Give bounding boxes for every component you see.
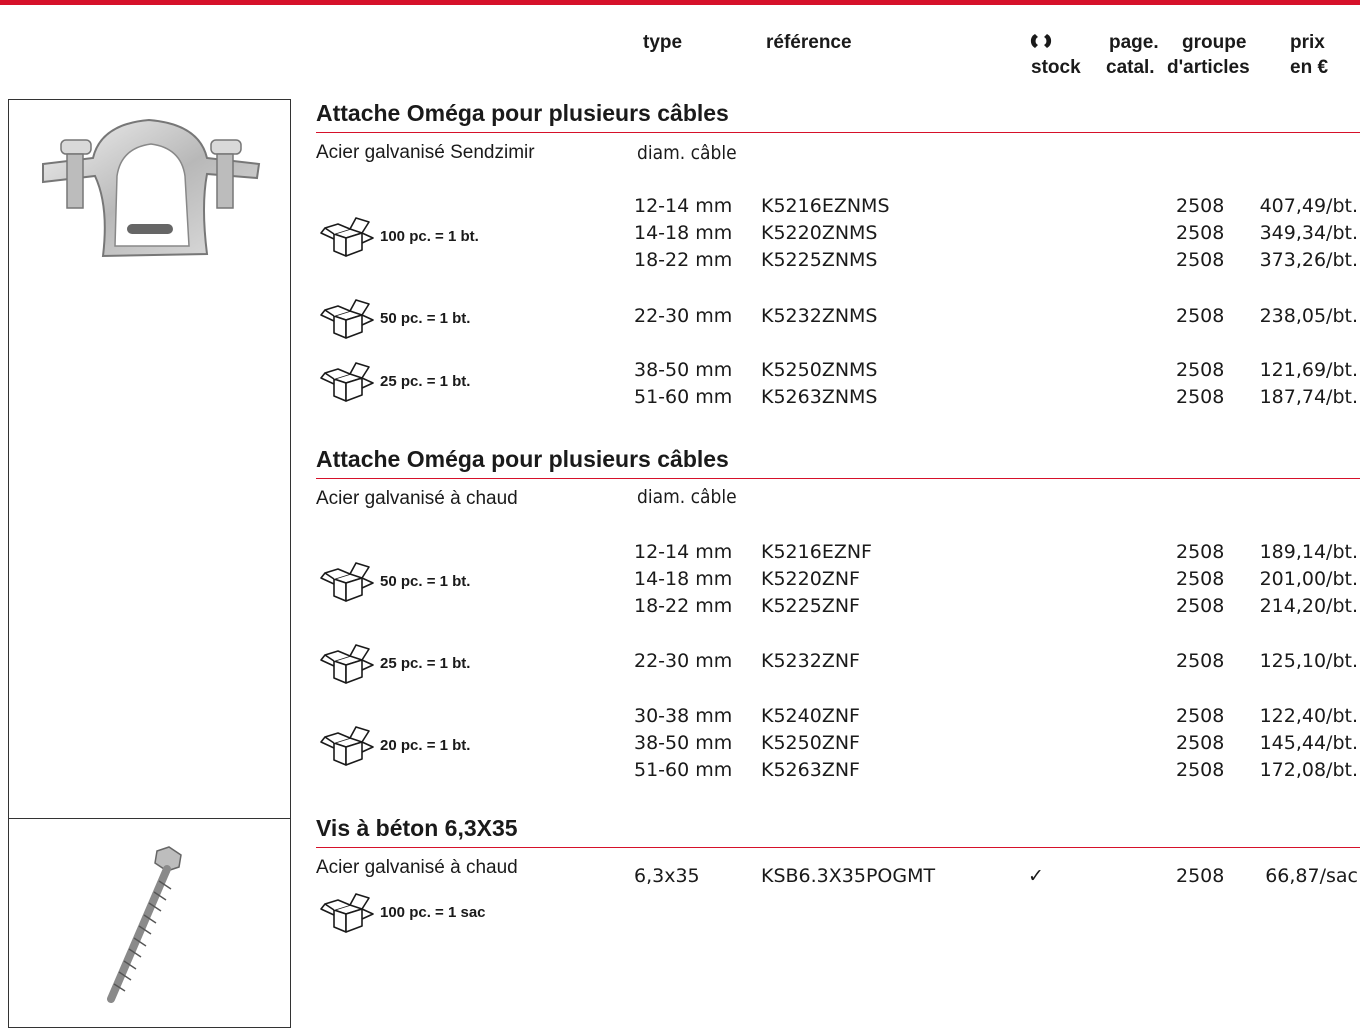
cell-type: 18-22 mm bbox=[634, 595, 733, 617]
cell-price: 214,20/bt. bbox=[1259, 595, 1358, 617]
cell-reference: K5263ZNMS bbox=[761, 386, 878, 408]
header-price-line2: en € bbox=[1290, 57, 1329, 78]
cell-type: 51-60 mm bbox=[634, 759, 733, 781]
cell-reference: K5232ZNMS bbox=[761, 305, 878, 327]
cell-type: 14-18 mm bbox=[634, 568, 733, 590]
cell-stock: ✓ bbox=[1028, 865, 1044, 887]
table-row: 6,3x35 KSB6.3X35POGMT ✓ 2508 66,87/sac bbox=[0, 863, 1360, 890]
cell-group: 2508 bbox=[1176, 359, 1225, 381]
cell-group: 2508 bbox=[1176, 249, 1225, 271]
section-title: Vis à béton 6,3X35 bbox=[316, 815, 518, 841]
table-row: 18-22 mm K5225ZNMS 2508 373,26/bt. bbox=[0, 247, 1360, 274]
cell-reference: K5216EZNF bbox=[761, 541, 872, 563]
table-row: 22-30 mm K5232ZNMS 2508 238,05/bt. bbox=[0, 303, 1360, 330]
table-row: 14-18 mm K5220ZNF 2508 201,00/bt. bbox=[0, 566, 1360, 593]
header-page-line2: catal. bbox=[1106, 57, 1155, 78]
column-label-diameter: diam. câble bbox=[637, 142, 737, 164]
cell-group: 2508 bbox=[1176, 759, 1225, 781]
cell-group: 2508 bbox=[1176, 650, 1225, 672]
table-row: 12-14 mm K5216EZNMS 2508 407,49/bt. bbox=[0, 193, 1360, 220]
cell-price: 66,87/sac bbox=[1265, 865, 1358, 887]
cell-reference: K5232ZNF bbox=[761, 650, 860, 672]
cell-reference: K5240ZNF bbox=[761, 705, 860, 727]
package-label: 100 pc. = 1 sac bbox=[380, 903, 486, 921]
cell-reference: K5220ZNMS bbox=[761, 222, 878, 244]
table-row: 22-30 mm K5232ZNF 2508 125,10/bt. bbox=[0, 648, 1360, 675]
header-group-line2: d'articles bbox=[1167, 57, 1250, 78]
cell-group: 2508 bbox=[1176, 732, 1225, 754]
cell-reference: K5225ZNF bbox=[761, 595, 860, 617]
table-row: 18-22 mm K5225ZNF 2508 214,20/bt. bbox=[0, 593, 1360, 620]
box-icon bbox=[316, 888, 376, 936]
header-reference: référence bbox=[766, 32, 852, 53]
cell-type: 14-18 mm bbox=[634, 222, 733, 244]
section-title: Attache Oméga pour plusieurs câbles bbox=[316, 446, 729, 472]
cell-group: 2508 bbox=[1176, 595, 1225, 617]
cell-price: 125,10/bt. bbox=[1259, 650, 1358, 672]
cell-price: 201,00/bt. bbox=[1259, 568, 1358, 590]
header-price-line1: prix bbox=[1290, 32, 1325, 53]
section-rule bbox=[316, 132, 1360, 133]
concrete-screw-image bbox=[8, 818, 291, 1028]
material-label: Acier galvanisé à chaud bbox=[316, 488, 518, 509]
cell-reference: K5220ZNF bbox=[761, 568, 860, 590]
table-row: 12-14 mm K5216EZNF 2508 189,14/bt. bbox=[0, 539, 1360, 566]
cell-group: 2508 bbox=[1176, 865, 1225, 887]
header-type: type bbox=[643, 32, 683, 53]
cell-price: 349,34/bt. bbox=[1259, 222, 1358, 244]
cell-reference: K5263ZNF bbox=[761, 759, 860, 781]
cell-reference: KSB6.3X35POGMT bbox=[761, 865, 936, 887]
cell-type: 18-22 mm bbox=[634, 249, 733, 271]
cell-group: 2508 bbox=[1176, 305, 1225, 327]
cell-group: 2508 bbox=[1176, 541, 1225, 563]
section-title: Attache Oméga pour plusieurs câbles bbox=[316, 100, 729, 126]
cell-reference: K5225ZNMS bbox=[761, 249, 878, 271]
cell-price: 373,26/bt. bbox=[1259, 249, 1358, 271]
cell-group: 2508 bbox=[1176, 568, 1225, 590]
table-row: 38-50 mm K5250ZNMS 2508 121,69/bt. bbox=[0, 357, 1360, 384]
cell-type: 30-38 mm bbox=[634, 705, 733, 727]
cell-type: 38-50 mm bbox=[634, 732, 733, 754]
cell-price: 187,74/bt. bbox=[1259, 386, 1358, 408]
cell-price: 407,49/bt. bbox=[1259, 195, 1358, 217]
cell-type: 51-60 mm bbox=[634, 386, 733, 408]
cell-price: 121,69/bt. bbox=[1259, 359, 1358, 381]
header-stock: stock bbox=[1031, 57, 1081, 78]
table-row: 51-60 mm K5263ZNMS 2508 187,74/bt. bbox=[0, 384, 1360, 411]
package-info: 100 pc. = 1 sac bbox=[316, 888, 486, 936]
cell-type: 12-14 mm bbox=[634, 541, 733, 563]
cell-type: 38-50 mm bbox=[634, 359, 733, 381]
cell-price: 189,14/bt. bbox=[1259, 541, 1358, 563]
cell-type: 22-30 mm bbox=[634, 650, 733, 672]
cell-group: 2508 bbox=[1176, 386, 1225, 408]
table-row: 14-18 mm K5220ZNMS 2508 349,34/bt. bbox=[0, 220, 1360, 247]
header-group-line1: groupe bbox=[1182, 32, 1247, 53]
table-row: 51-60 mm K5263ZNF 2508 172,08/bt. bbox=[0, 757, 1360, 784]
table-row: 30-38 mm K5240ZNF 2508 122,40/bt. bbox=[0, 703, 1360, 730]
cell-type: 6,3x35 bbox=[634, 865, 700, 887]
section-rule bbox=[316, 478, 1360, 479]
column-label-diameter: diam. câble bbox=[637, 486, 737, 508]
section-rule bbox=[316, 847, 1360, 848]
material-label: Acier galvanisé Sendzimir bbox=[316, 142, 535, 163]
cell-group: 2508 bbox=[1176, 705, 1225, 727]
cell-price: 238,05/bt. bbox=[1259, 305, 1358, 327]
cell-type: 22-30 mm bbox=[634, 305, 733, 327]
cell-reference: K5250ZNF bbox=[761, 732, 860, 754]
header-page-line1: page. bbox=[1109, 32, 1159, 53]
cell-price: 172,08/bt. bbox=[1259, 759, 1358, 781]
cell-reference: K5250ZNMS bbox=[761, 359, 878, 381]
cell-type: 12-14 mm bbox=[634, 195, 733, 217]
cell-group: 2508 bbox=[1176, 195, 1225, 217]
table-row: 38-50 mm K5250ZNF 2508 145,44/bt. bbox=[0, 730, 1360, 757]
cell-price: 122,40/bt. bbox=[1259, 705, 1358, 727]
cell-reference: K5216EZNMS bbox=[761, 195, 890, 217]
cell-group: 2508 bbox=[1176, 222, 1225, 244]
cell-price: 145,44/bt. bbox=[1259, 732, 1358, 754]
top-accent-bar bbox=[0, 0, 1360, 5]
